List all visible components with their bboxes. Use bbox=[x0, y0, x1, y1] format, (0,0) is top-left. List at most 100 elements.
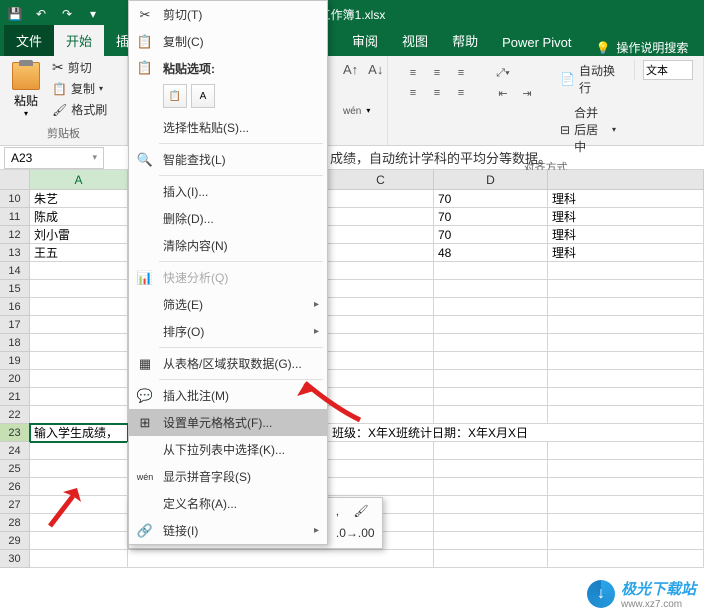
cell[interactable] bbox=[328, 262, 434, 280]
cell[interactable] bbox=[548, 262, 704, 280]
table-row[interactable]: 26 bbox=[0, 478, 704, 496]
row-header[interactable]: 26 bbox=[0, 478, 30, 496]
table-row[interactable]: 12 刘小雷 70 理科 bbox=[0, 226, 704, 244]
paste-button[interactable]: 粘贴 ▾ bbox=[8, 58, 44, 122]
cell[interactable] bbox=[30, 406, 128, 424]
table-row[interactable]: 22 bbox=[0, 406, 704, 424]
tell-me-search[interactable]: 💡 操作说明搜索 bbox=[595, 39, 688, 56]
formula-bar[interactable]: 成绩，自动统计学科的平均分等数据。 bbox=[322, 148, 704, 167]
row-header[interactable]: 13 bbox=[0, 244, 30, 262]
cell[interactable]: 刘小雷 bbox=[30, 226, 128, 244]
menu-cut[interactable]: ✂剪切(T) bbox=[129, 1, 327, 28]
tab-view[interactable]: 视图 bbox=[390, 25, 440, 56]
row-header[interactable]: 25 bbox=[0, 460, 30, 478]
row-header[interactable]: 11 bbox=[0, 208, 30, 226]
cell[interactable] bbox=[328, 280, 434, 298]
cell-a23[interactable]: 输入学生成绩， bbox=[30, 424, 128, 442]
menu-get-data[interactable]: ▦从表格/区域获取数据(G)... bbox=[129, 350, 327, 377]
table-row[interactable]: 11 陈成 70 理科 bbox=[0, 208, 704, 226]
menu-copy[interactable]: 📋复制(C) bbox=[129, 28, 327, 55]
phonetic-button[interactable]: wén bbox=[340, 106, 364, 117]
cell[interactable] bbox=[548, 370, 704, 388]
cell[interactable] bbox=[548, 514, 704, 532]
copy-button[interactable]: 📋复制▾ bbox=[48, 79, 111, 98]
cell[interactable]: 王五 bbox=[30, 244, 128, 262]
cell[interactable] bbox=[30, 388, 128, 406]
cell[interactable] bbox=[30, 532, 128, 550]
cell[interactable] bbox=[434, 316, 548, 334]
align-top-button[interactable]: ≡ bbox=[402, 64, 424, 82]
cell[interactable] bbox=[548, 388, 704, 406]
cell[interactable] bbox=[30, 496, 128, 514]
row-header[interactable]: 29 bbox=[0, 532, 30, 550]
cell[interactable] bbox=[30, 442, 128, 460]
cell[interactable] bbox=[548, 496, 704, 514]
cell[interactable]: 70 bbox=[434, 208, 548, 226]
row-header[interactable]: 14 bbox=[0, 262, 30, 280]
cell[interactable] bbox=[434, 388, 548, 406]
cell[interactable] bbox=[328, 190, 434, 208]
cell[interactable] bbox=[30, 262, 128, 280]
name-box[interactable]: A23 ▾ bbox=[4, 147, 104, 169]
select-all-cell[interactable] bbox=[0, 170, 30, 190]
cell[interactable] bbox=[328, 298, 434, 316]
cell[interactable] bbox=[328, 334, 434, 352]
table-row[interactable]: 30 bbox=[0, 550, 704, 568]
redo-button[interactable]: ↷ bbox=[56, 3, 78, 25]
menu-link[interactable]: 🔗链接(I)▸ bbox=[129, 517, 327, 544]
table-row[interactable]: 17 bbox=[0, 316, 704, 334]
cell[interactable] bbox=[434, 478, 548, 496]
table-row[interactable]: 24 bbox=[0, 442, 704, 460]
cell[interactable] bbox=[328, 370, 434, 388]
cut-button[interactable]: ✂剪切 bbox=[48, 58, 111, 77]
row-header[interactable]: 12 bbox=[0, 226, 30, 244]
cell[interactable] bbox=[434, 280, 548, 298]
menu-sort[interactable]: 排序(O)▸ bbox=[129, 318, 327, 345]
cell[interactable] bbox=[30, 316, 128, 334]
align-middle-button[interactable]: ≡ bbox=[426, 64, 448, 82]
cell[interactable] bbox=[548, 334, 704, 352]
number-format-select[interactable]: 文本 bbox=[643, 60, 693, 80]
cell[interactable] bbox=[328, 406, 434, 424]
row-header[interactable]: 27 bbox=[0, 496, 30, 514]
cell[interactable] bbox=[434, 496, 548, 514]
menu-insert-comment[interactable]: 💬插入批注(M) bbox=[129, 382, 327, 409]
cell[interactable] bbox=[548, 280, 704, 298]
cell[interactable]: 70 bbox=[434, 190, 548, 208]
row-header[interactable]: 17 bbox=[0, 316, 30, 334]
table-row[interactable]: 21 bbox=[0, 388, 704, 406]
cell-merged[interactable]: 班级：X年X班统计日期：X年X月X日 bbox=[328, 424, 704, 442]
cell[interactable] bbox=[434, 460, 548, 478]
cell[interactable] bbox=[434, 298, 548, 316]
row-header[interactable]: 10 bbox=[0, 190, 30, 208]
comma-button[interactable]: , bbox=[327, 501, 347, 521]
cell[interactable] bbox=[434, 334, 548, 352]
cell[interactable]: 70 bbox=[434, 226, 548, 244]
cell[interactable]: 理科 bbox=[548, 226, 704, 244]
cell[interactable] bbox=[328, 352, 434, 370]
menu-paste-special[interactable]: 选择性粘贴(S)... bbox=[129, 114, 327, 141]
cell[interactable] bbox=[30, 514, 128, 532]
cell[interactable] bbox=[30, 370, 128, 388]
col-header-e[interactable] bbox=[548, 170, 704, 190]
menu-define-name[interactable]: 定义名称(A)... bbox=[129, 490, 327, 517]
menu-pick-from-list[interactable]: 从下拉列表中选择(K)... bbox=[129, 436, 327, 463]
tab-help[interactable]: 帮助 bbox=[440, 25, 490, 56]
cell[interactable] bbox=[548, 442, 704, 460]
cell[interactable] bbox=[548, 352, 704, 370]
increase-font-button[interactable]: A↑ bbox=[340, 62, 361, 77]
cell[interactable] bbox=[328, 316, 434, 334]
table-row[interactable]: 18 bbox=[0, 334, 704, 352]
row-header[interactable]: 24 bbox=[0, 442, 30, 460]
cell[interactable]: 理科 bbox=[548, 190, 704, 208]
qat-more[interactable]: ▾ bbox=[82, 3, 104, 25]
undo-button[interactable]: ↶ bbox=[30, 3, 52, 25]
align-bottom-button[interactable]: ≡ bbox=[450, 64, 472, 82]
tab-truncated[interactable]: 插 bbox=[104, 25, 128, 56]
row-header[interactable]: 18 bbox=[0, 334, 30, 352]
cell[interactable] bbox=[328, 442, 434, 460]
col-header-d[interactable]: D bbox=[434, 170, 548, 190]
cell[interactable] bbox=[30, 334, 128, 352]
menu-clear[interactable]: 清除内容(N) bbox=[129, 232, 327, 259]
row-header[interactable]: 19 bbox=[0, 352, 30, 370]
